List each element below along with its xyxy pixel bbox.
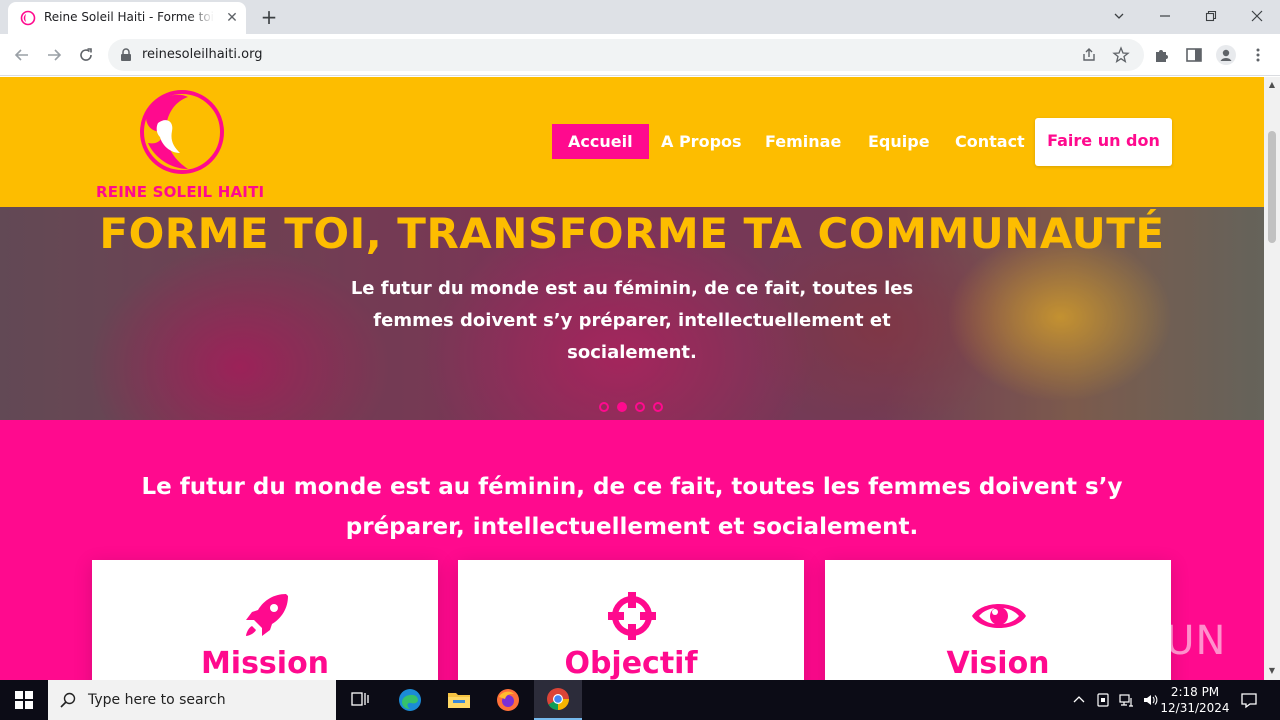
windows-logo-icon [15, 691, 33, 709]
logo-text: REINE SOLEIL HAITI [96, 183, 265, 201]
mission-title: Mission [200, 646, 330, 680]
scroll-down-icon[interactable]: ▼ [1268, 667, 1276, 675]
bookmark-star-icon[interactable] [1112, 46, 1130, 64]
nav-equipe[interactable]: Equipe [868, 124, 930, 159]
restore-button[interactable] [1188, 0, 1234, 32]
scroll-up-icon[interactable]: ▲ [1268, 81, 1276, 89]
crosshair-icon [608, 592, 656, 640]
watermark-text: ANY RUN [1038, 618, 1227, 664]
kebab-menu-icon[interactable] [1249, 46, 1267, 64]
chevron-down-icon [1114, 13, 1124, 19]
slider-dot[interactable] [635, 402, 645, 412]
start-button[interactable] [0, 680, 48, 720]
notification-icon[interactable] [1240, 691, 1258, 709]
intro-heading: Le futur du monde est au féminin, de ce … [141, 474, 1123, 540]
profile-avatar-icon[interactable] [1216, 45, 1236, 65]
tab-search-button[interactable] [1096, 0, 1142, 32]
page-scrollbar[interactable]: ▲ ▼ [1264, 77, 1280, 680]
network-icon[interactable] [1119, 692, 1135, 708]
objectif-card: Objectif [458, 560, 804, 680]
edge-taskbar-button[interactable] [386, 680, 434, 720]
sun-queen-logo-icon [140, 90, 224, 174]
slider-pagination [599, 402, 669, 414]
side-panel-icon[interactable] [1185, 46, 1203, 64]
anyrun-watermark: ANY RUN [1038, 610, 1238, 670]
nav-a-propos[interactable]: A Propos [661, 124, 742, 159]
rocket-icon [246, 594, 288, 636]
arrow-right-icon [48, 49, 62, 61]
browser-toolbar: reinesoleilhaiti.org [0, 34, 1280, 76]
firefox-taskbar-button[interactable] [484, 680, 532, 720]
tab-title: Reine Soleil Haiti - Forme toi, transfor… [44, 10, 214, 24]
file-explorer-taskbar-button[interactable] [435, 680, 483, 720]
tray-chevron-up-icon[interactable] [1071, 692, 1087, 708]
task-view-icon [351, 692, 369, 706]
edge-icon [399, 689, 421, 711]
chrome-icon [547, 688, 569, 710]
browser-tab[interactable]: Reine Soleil Haiti - Forme toi, transfor… [8, 2, 246, 34]
folder-icon [448, 693, 470, 708]
reload-button[interactable] [72, 41, 100, 69]
mission-card: Mission [92, 560, 438, 680]
hero-slider: FORME TOI, TRANSFORME TA COMMUNAUTÉ Le f… [0, 207, 1264, 420]
extensions-puzzle-icon[interactable] [1153, 46, 1171, 64]
firefox-icon [497, 689, 519, 711]
chrome-taskbar-button[interactable] [534, 680, 582, 720]
lock-icon [121, 48, 131, 61]
taskbar-clock[interactable]: 2:18 PM 12/31/2024 [1160, 684, 1230, 716]
objectif-title: Objectif [564, 646, 698, 680]
address-bar[interactable]: reinesoleilhaiti.org [108, 39, 1144, 71]
tab-strip: Reine Soleil Haiti - Forme toi, transfor… [0, 0, 1280, 34]
close-window-button[interactable] [1234, 0, 1280, 32]
tray-device-icon[interactable] [1095, 692, 1111, 708]
site-logo[interactable]: REINE SOLEIL HAITI [92, 85, 272, 203]
tab-close-icon[interactable]: ✕ [224, 10, 240, 26]
back-button[interactable] [8, 41, 36, 69]
share-icon[interactable] [1080, 46, 1098, 64]
taskbar-search-box[interactable]: Type here to search [48, 680, 336, 720]
hero-subtitle: Le futur du monde est au féminin, de ce … [350, 278, 914, 363]
donate-button[interactable]: Faire un don [1035, 118, 1172, 166]
taskbar: Type here to search 2:18 PM 12/31/2024 [0, 680, 1280, 720]
url-text: reinesoleilhaiti.org [142, 47, 263, 62]
slider-dot[interactable] [653, 402, 663, 412]
hero-title: FORME TOI, TRANSFORME TA COMMUNAUTÉ [99, 209, 1165, 258]
slider-dot-active[interactable] [617, 402, 627, 412]
minimize-icon [1160, 15, 1170, 17]
clock-date: 12/31/2024 [1160, 701, 1230, 715]
volume-icon[interactable] [1142, 692, 1158, 708]
search-placeholder: Type here to search [88, 692, 226, 708]
slider-dot[interactable] [599, 402, 609, 412]
reload-icon [80, 48, 92, 61]
scroll-thumb[interactable] [1268, 131, 1276, 243]
clock-time: 2:18 PM [1170, 685, 1220, 699]
nav-contact[interactable]: Contact [955, 124, 1025, 159]
site-favicon-icon [20, 10, 36, 26]
arrow-left-icon [14, 49, 28, 61]
search-icon [60, 692, 76, 708]
new-tab-button[interactable]: + [256, 6, 282, 28]
task-view-button[interactable] [336, 680, 384, 720]
restore-icon [1205, 10, 1217, 22]
site-header: REINE SOLEIL HAITI Accueil A Propos Femi… [0, 77, 1264, 207]
nav-feminae[interactable]: Feminae [765, 124, 841, 159]
nav-accueil[interactable]: Accueil [552, 124, 649, 159]
forward-button[interactable] [40, 41, 68, 69]
minimize-button[interactable] [1142, 0, 1188, 32]
page-viewport: REINE SOLEIL HAITI Accueil A Propos Femi… [0, 77, 1264, 680]
eye-icon [972, 604, 1026, 628]
close-icon [1251, 10, 1263, 22]
